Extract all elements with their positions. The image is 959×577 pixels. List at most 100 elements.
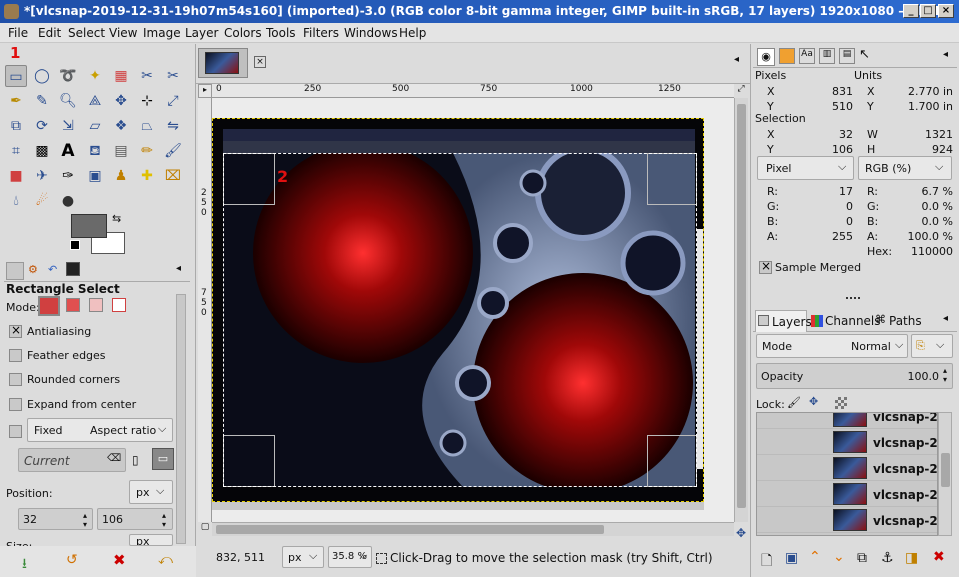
flip-tool-icon[interactable]: ⇋ [162,115,184,137]
close-button[interactable]: × [938,4,954,18]
mode-replace-icon[interactable] [38,296,60,316]
cursor-tab-icon[interactable]: ↖ [859,47,870,62]
mypaint-brush-icon[interactable]: ▣ [84,165,106,187]
duplicate-layer-icon[interactable]: ⧉ [857,550,867,566]
info-tab-icon[interactable]: ▤ [839,48,855,64]
landscape-icon[interactable]: ▭ [152,448,174,470]
color-tab-icon[interactable] [779,48,795,64]
foreground-select-tool-icon[interactable]: ✂ [162,65,184,87]
heal-tool-icon[interactable]: ✚ [136,165,158,187]
portrait-icon[interactable]: ▯ [132,453,139,467]
lower-layer-icon[interactable]: ⌄ [833,549,845,565]
warp-tool-icon[interactable]: ❖ [110,115,132,137]
rotate-tool-icon[interactable]: ⟳ [31,115,53,137]
dock-menu-icon[interactable]: ◂ [176,263,181,274]
eraser-tool-icon[interactable]: ■ [5,165,27,187]
new-layer-icon[interactable]: 🗋 [761,550,772,574]
dock-menu-icon[interactable]: ◂ [943,49,948,60]
mode-subtract-icon[interactable] [89,298,103,312]
vertical-scrollbar[interactable] [734,98,748,522]
position-x-input[interactable]: 32 ▴ ▾ [18,508,93,530]
color-picker-tool-icon[interactable]: ✎ [31,90,53,112]
clear-field-icon[interactable]: ⌫ [107,453,121,464]
rect-select-tool-icon[interactable]: ▭ [5,65,27,87]
smudge-tool-icon[interactable]: ☄ [31,190,53,212]
spin-icon[interactable]: ▴ ▾ [83,511,87,529]
layer-row[interactable]: vlcsnap-201 [757,455,937,481]
current-ratio-field[interactable]: Current ⌫ [18,448,126,472]
gegl-tool-icon[interactable]: ▩ [31,140,53,162]
layer-row[interactable]: vlcsnap-201 [757,413,937,429]
quick-mask-icon[interactable]: ▢ [198,522,212,536]
zoom-fit-icon[interactable]: ⤢ [734,84,748,98]
new-layer-group-icon[interactable]: ▣ [785,550,798,566]
menu-file[interactable]: File [8,26,28,40]
paintbrush-tool-icon[interactable]: 🖌︎ [162,140,184,162]
reset-options-icon[interactable]: ⤺ [158,552,173,568]
device-status-tab-icon[interactable]: ⚙ [28,263,38,276]
menu-layer[interactable]: Layer [185,26,218,40]
restore-options-icon[interactable]: ↺ [66,552,78,568]
raise-layer-icon[interactable]: ⌃ [809,549,821,565]
gradient-tool-icon[interactable]: ▤ [110,140,132,162]
tool-options-tab-icon[interactable] [6,262,24,280]
dock-separator-grip[interactable] [846,297,860,301]
scale-tool-icon[interactable]: ⇲ [57,115,79,137]
menu-windows[interactable]: Windows [344,26,398,40]
airbrush-tool-icon[interactable]: ✈ [31,165,53,187]
measure-tool-icon[interactable]: ⟁ [84,90,106,112]
layer-row[interactable]: vlcsnap-201 [757,507,937,533]
menu-edit[interactable]: Edit [38,26,61,40]
navigate-icon[interactable]: ✥ [734,526,748,540]
sample-merged-checkbox[interactable] [759,259,772,274]
menu-tools[interactable]: Tools [266,26,296,40]
color-select-tool-icon[interactable]: ▦ [110,65,132,87]
fuzzy-select-tool-icon[interactable]: ✦ [84,65,106,87]
scissors-tool-icon[interactable]: ✂ [136,65,158,87]
layers-scrollbar[interactable] [938,412,952,536]
lock-alpha-icon[interactable] [835,397,847,409]
clone-tool-icon[interactable]: ♟ [110,165,132,187]
perspective-clone-icon[interactable]: ⌧ [162,165,184,187]
menu-help[interactable]: Help [399,26,426,40]
menu-view[interactable]: View [109,26,137,40]
tool-options-scrollbar[interactable] [176,294,186,544]
layer-row[interactable]: vlcsnap-201 [757,429,937,455]
mode-add-icon[interactable] [66,298,80,312]
menu-colors[interactable]: Colors [224,26,262,40]
unified-transform-icon[interactable]: ⧉ [5,115,27,137]
text-tool-icon[interactable]: A [57,140,79,162]
shear-tool-icon[interactable]: ▱ [84,115,106,137]
default-colors-icon[interactable] [70,240,80,250]
maximize-button[interactable]: □ [920,4,936,18]
expand-checkbox[interactable] [9,398,22,411]
move-tool-icon[interactable]: ✥ [110,90,132,112]
pencil-tool-icon[interactable]: ✏ [136,140,158,162]
lock-pixels-icon[interactable]: 🖌︎ [787,396,801,409]
spin-icon[interactable]: ▴ ▾ [162,511,166,529]
fixed-mode-dropdown[interactable]: Fixed Aspect ratio ⌵ [27,418,173,442]
image-canvas[interactable]: 2 [212,118,704,502]
position-unit-dropdown[interactable]: px ⌵ [129,480,173,504]
delete-layer-icon[interactable]: ✖ [933,549,945,565]
bucket-fill-icon[interactable]: ⛾ [84,140,106,162]
antialiasing-checkbox[interactable] [9,323,22,338]
paths-tab[interactable]: ⌘ Paths [875,310,923,332]
delete-options-icon[interactable]: ✖ [113,551,126,569]
dodge-burn-icon[interactable]: ● [57,190,79,212]
blur-tool-icon[interactable]: 💧︎ [5,190,27,212]
ellipse-select-tool-icon[interactable]: ◯ [31,65,53,87]
cage-transform-icon[interactable]: ⌗ [5,140,27,162]
mask-layer-icon[interactable]: ◨ [905,550,918,566]
spin-icon[interactable]: ▴ ▾ [943,366,947,384]
position-y-input[interactable]: 106 ▴ ▾ [97,508,173,530]
unit-dropdown[interactable]: px ⌵ [282,546,324,568]
horizontal-scrollbar[interactable] [212,522,734,536]
zoom-tool-icon[interactable]: 🔍︎ [57,90,79,112]
composite-mode-dropdown[interactable]: ⎘ ⌵ [911,334,953,358]
pixel-mode-dropdown[interactable]: Pixel ⌵ [757,156,854,180]
paths-tool-icon[interactable]: ✒ [5,90,27,112]
vertical-scroll-thumb[interactable] [737,104,746,508]
layer-mode-dropdown[interactable]: Mode Normal ⌵ [756,334,908,358]
layers-scroll-thumb[interactable] [941,453,950,487]
